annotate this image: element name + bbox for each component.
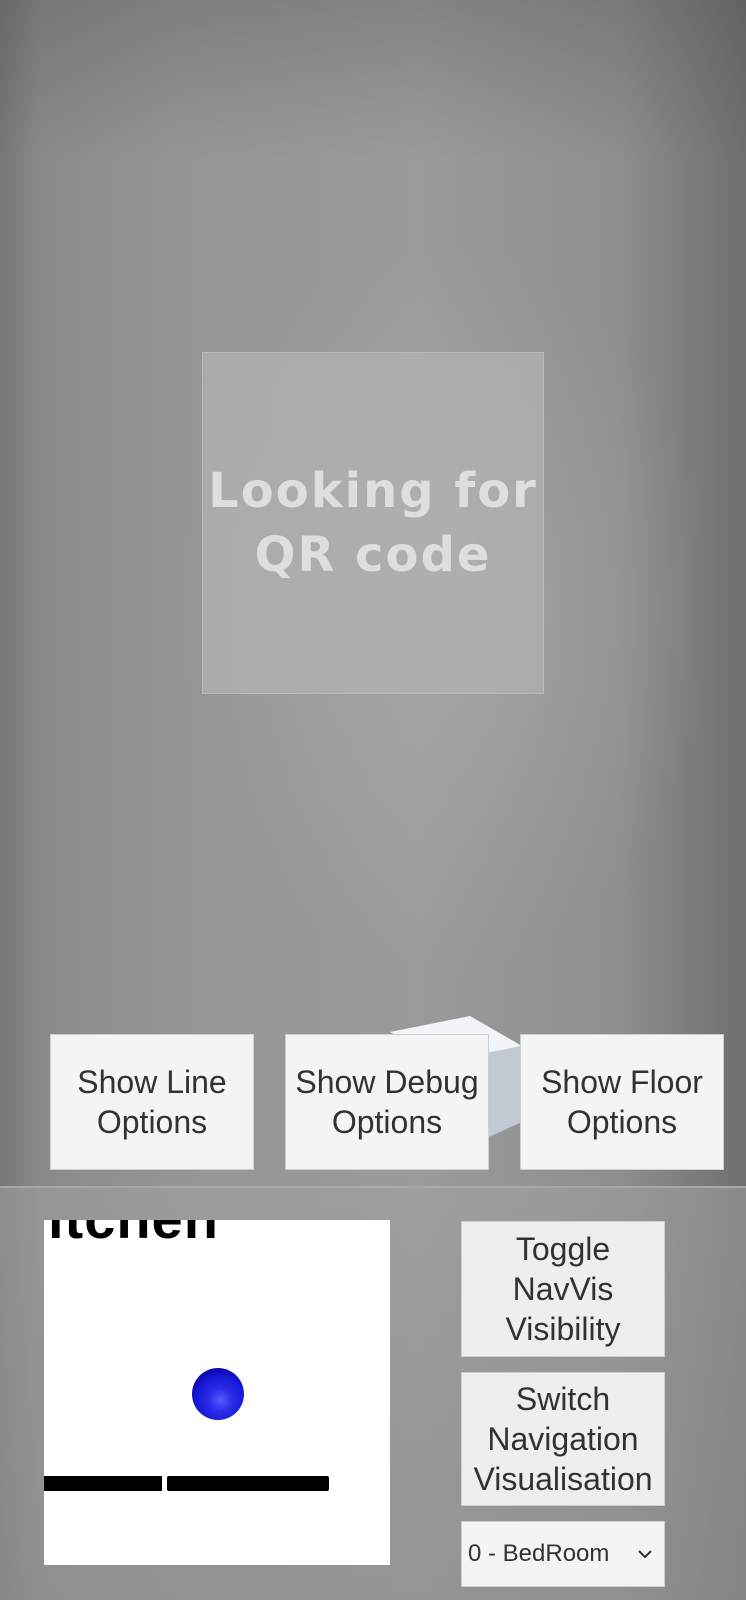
show-line-options-button[interactable]: Show Line Options (50, 1034, 254, 1170)
show-line-options-label: Show Line Options (77, 1064, 227, 1140)
chevron-down-icon (638, 1550, 652, 1559)
minimap-wall-left (44, 1476, 162, 1491)
switch-navigation-visualisation-button[interactable]: Switch Navigation Visualisation (461, 1372, 665, 1506)
toggle-navvis-visibility-button[interactable]: Toggle NavVis Visibility (461, 1221, 665, 1357)
minimap: itchen (44, 1220, 390, 1565)
minimap-room-label: itchen (48, 1220, 219, 1251)
floor-select-value: 0 - BedRoom (468, 1540, 610, 1567)
show-debug-options-button[interactable]: Show Debug Options (285, 1034, 489, 1170)
show-floor-options-button[interactable]: Show Floor Options (520, 1034, 724, 1170)
qr-scan-overlay: Looking for QR code (202, 352, 544, 694)
show-floor-options-label: Show Floor Options (541, 1064, 703, 1140)
player-position-marker (192, 1368, 244, 1420)
switch-navigation-visualisation-label: Switch Navigation Visualisation (473, 1381, 653, 1497)
show-debug-options-label: Show Debug Options (295, 1064, 479, 1140)
scan-status-text: Looking for QR code (208, 463, 538, 583)
floor-select-dropdown[interactable]: 0 - BedRoom (461, 1521, 665, 1587)
toggle-navvis-visibility-label: Toggle NavVis Visibility (505, 1231, 621, 1347)
minimap-wall-right (167, 1476, 329, 1491)
